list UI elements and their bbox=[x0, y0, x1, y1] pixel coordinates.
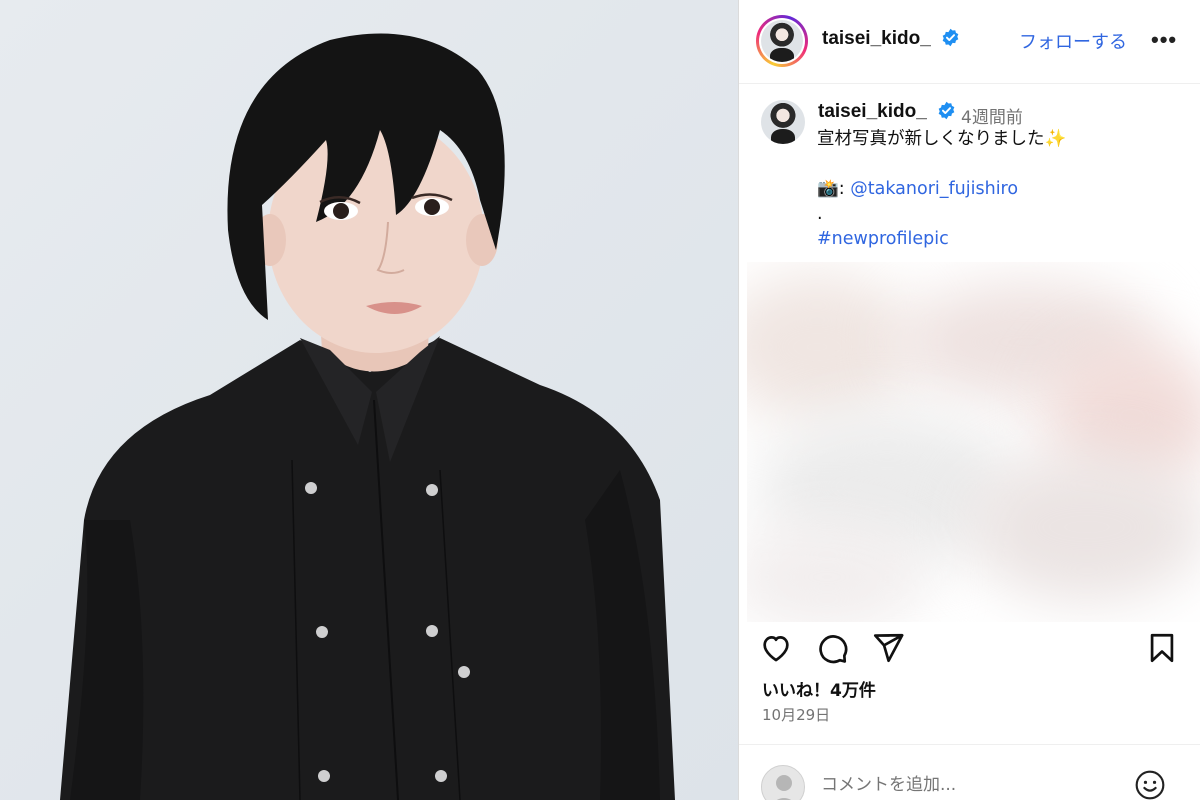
credit-separator: : bbox=[838, 179, 851, 199]
verified-badge-icon bbox=[942, 28, 959, 47]
post-header: taisei_kido_ フォローする ••• bbox=[739, 0, 1200, 84]
emoji-smile-icon[interactable] bbox=[1134, 769, 1166, 800]
story-ring-avatar[interactable] bbox=[756, 15, 808, 67]
heart-icon[interactable] bbox=[759, 631, 793, 665]
avatar bbox=[761, 20, 803, 62]
default-user-icon bbox=[776, 775, 792, 800]
post-time[interactable]: 4週間前 bbox=[961, 103, 1023, 128]
likes-count[interactable]: いいね！4万件 bbox=[762, 676, 876, 701]
mention-link[interactable]: @takanori_fujishiro bbox=[850, 179, 1018, 199]
portrait-illustration bbox=[60, 33, 675, 800]
header-username[interactable]: taisei_kido_ bbox=[822, 28, 960, 50]
camera-emoji: 📸 bbox=[817, 179, 839, 199]
send-icon[interactable] bbox=[871, 631, 905, 665]
caption-username[interactable]: taisei_kido_ bbox=[818, 101, 956, 123]
caption-credit-line: 📸: @takanori_fujishiro bbox=[817, 177, 1187, 202]
action-bar bbox=[739, 625, 1200, 675]
verified-badge-icon bbox=[938, 101, 955, 120]
more-options-button[interactable]: ••• bbox=[1151, 27, 1177, 53]
blurred-comments-area bbox=[747, 262, 1200, 622]
post-date[interactable]: 10月29日 bbox=[762, 704, 830, 725]
comment-input[interactable] bbox=[821, 775, 1121, 795]
comment-bubble-icon[interactable] bbox=[815, 631, 849, 665]
caption-dot: . bbox=[817, 204, 823, 224]
hashtag-link[interactable]: #newprofilepic bbox=[817, 227, 1187, 252]
follow-button[interactable]: フォローする bbox=[1019, 28, 1127, 54]
caption-username-text[interactable]: taisei_kido_ bbox=[818, 101, 927, 122]
post-sidebar: taisei_kido_ フォローする ••• taisei_kido_ 4週間… bbox=[739, 0, 1200, 800]
header-username-text[interactable]: taisei_kido_ bbox=[822, 28, 931, 49]
caption-text: 宣材写真が新しくなりました✨ 📸: @takanori_fujishiro . … bbox=[817, 127, 1187, 252]
comment-bar bbox=[739, 744, 1200, 800]
bookmark-icon[interactable] bbox=[1145, 631, 1179, 665]
post-photo bbox=[0, 0, 738, 800]
caption-avatar[interactable] bbox=[761, 100, 805, 144]
user-avatar bbox=[761, 765, 805, 800]
caption-line: 宣材写真が新しくなりました✨ bbox=[817, 129, 1067, 149]
